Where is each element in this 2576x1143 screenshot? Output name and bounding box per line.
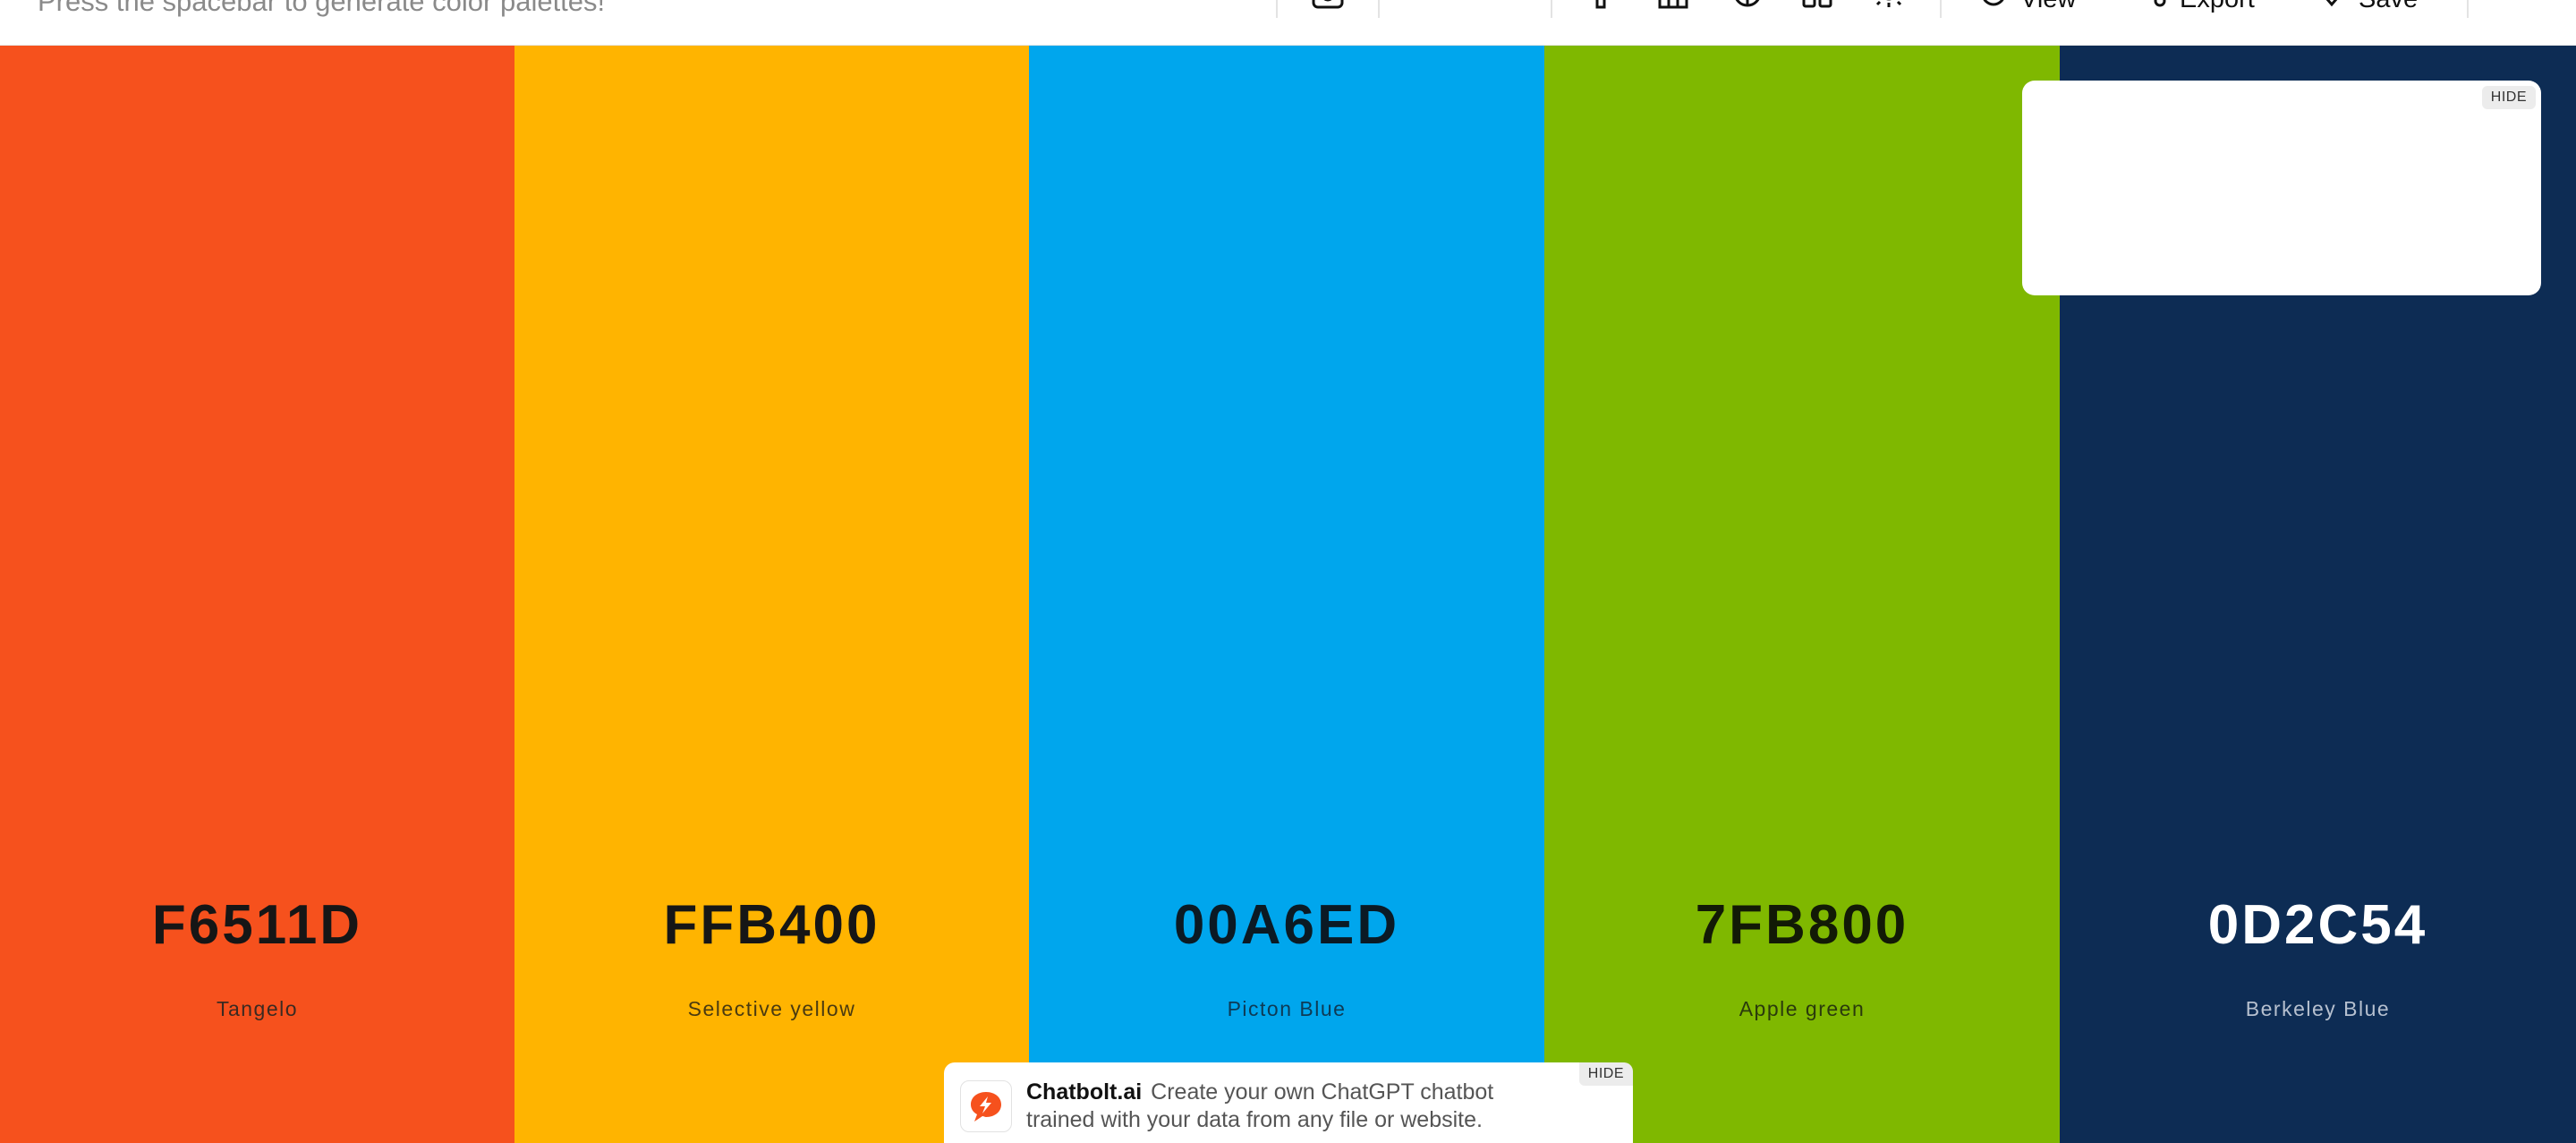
camera-icon[interactable]: [1312, 0, 1344, 11]
toolbar-divider: [1940, 0, 1942, 18]
color-name[interactable]: Tangelo: [0, 997, 514, 1021]
color-column-2[interactable]: FFB400 Selective yellow: [514, 45, 1029, 1143]
share-icon: [2154, 0, 2166, 7]
hex-code[interactable]: 7FB800: [1544, 893, 2060, 957]
export-button-label: Export: [2180, 0, 2255, 14]
save-button-label: Save: [2359, 0, 2418, 14]
export-button[interactable]: Export: [2138, 0, 2255, 14]
chatbolt-logo-icon: [960, 1080, 1012, 1132]
color-name[interactable]: Picton Blue: [1029, 997, 1544, 1021]
toolbar-divider: [1551, 0, 1552, 18]
view-layout-icon[interactable]: [1801, 0, 1833, 11]
color-name[interactable]: Selective yellow: [514, 997, 1029, 1021]
bottom-ad-banner[interactable]: Chatbolt.ai Create your own ChatGPT chatb…: [944, 1062, 1633, 1143]
color-name[interactable]: Berkeley Blue: [2060, 997, 2576, 1021]
side-ad-panel: HIDE: [2022, 81, 2541, 295]
view-button-label: View: [2020, 0, 2076, 14]
color-name[interactable]: Apple green: [1544, 997, 2060, 1021]
toolbar-divider: [2467, 0, 2469, 18]
hex-code[interactable]: FFB400: [514, 893, 1029, 957]
sun-icon[interactable]: [1873, 0, 1905, 11]
hide-ad-button[interactable]: HIDE: [1578, 1062, 1633, 1086]
top-bar: Press the spacebar to generate color pal…: [0, 0, 2576, 46]
undo-icon[interactable]: [1412, 0, 1444, 11]
color-column-3[interactable]: 00A6ED Picton Blue: [1029, 45, 1544, 1143]
ad-brand: Chatbolt.ai: [1026, 1079, 1143, 1105]
color-wheel-icon[interactable]: [1731, 0, 1764, 11]
adjust-palette-icon[interactable]: [1585, 0, 1617, 11]
ad-text: Chatbolt.ai Create your own ChatGPT chatb…: [1026, 1079, 1545, 1134]
hamburger-menu-icon[interactable]: [2502, 0, 2534, 11]
palette-columns-icon[interactable]: [1657, 0, 1689, 11]
hex-code[interactable]: 00A6ED: [1029, 893, 1544, 957]
toolbar-divider: [1276, 0, 1278, 18]
eye-icon: [1983, 0, 2004, 6]
color-column-1[interactable]: F6511D Tangelo: [0, 45, 514, 1143]
hide-ad-button[interactable]: HIDE: [2481, 86, 2536, 109]
redo-icon[interactable]: [1478, 0, 1510, 11]
spacebar-hint: Press the spacebar to generate color pal…: [38, 0, 606, 17]
hex-code[interactable]: 0D2C54: [2060, 893, 2576, 957]
save-button[interactable]: Save: [2317, 0, 2418, 14]
hex-code[interactable]: F6511D: [0, 893, 514, 957]
view-button[interactable]: View: [1979, 0, 2076, 14]
toolbar-divider: [1378, 0, 1380, 18]
color-column-4[interactable]: 7FB800 Apple green: [1544, 45, 2060, 1143]
heart-icon: [2325, 0, 2338, 7]
